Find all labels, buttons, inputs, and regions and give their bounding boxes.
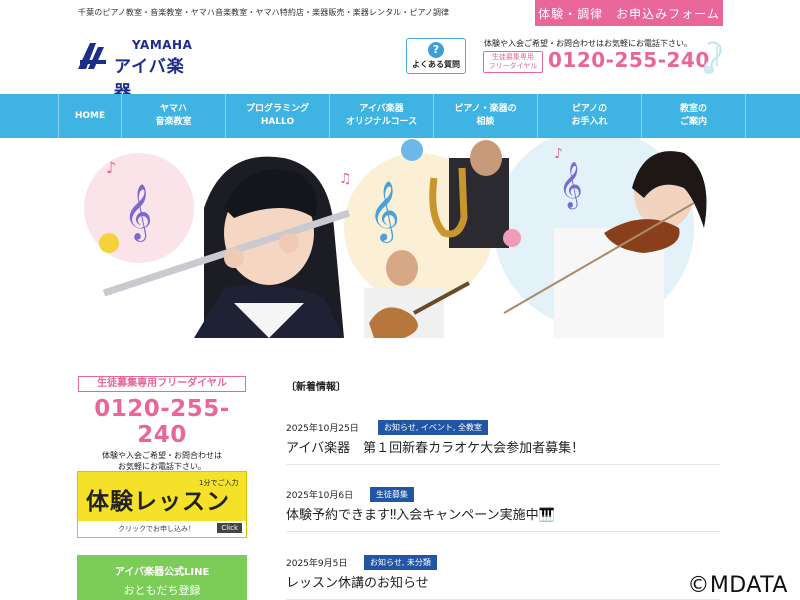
nav-label: ご案内: [679, 117, 707, 127]
line-official-banner[interactable]: アイバ楽器公式LINE おともだち登録: [77, 555, 247, 600]
nav-label: 音楽教室: [155, 117, 192, 127]
nav-label: HALLO: [260, 117, 295, 127]
free-dial-badge-line1: 生徒募集専用: [492, 53, 534, 61]
svg-text:𝄞: 𝄞: [124, 184, 152, 242]
news-category-badge[interactable]: お知らせ, 未分類: [364, 555, 437, 570]
logo-mark-icon: [78, 43, 106, 69]
trial-footer: クリックでお申し込み！ Click: [78, 521, 246, 537]
news-category-badge[interactable]: お知らせ, イベント, 全教室: [378, 420, 489, 435]
nav-label: アイバ楽器: [359, 104, 404, 114]
news-heading: 〔新着情報〕: [286, 382, 346, 393]
news-title[interactable]: 体験予約できます‼入会キャンペーン実施中🎹: [286, 504, 555, 523]
line-subtitle: おともだち登録: [123, 584, 201, 597]
trial-click-button[interactable]: Click: [217, 523, 242, 533]
nav-label: 相談: [476, 117, 495, 127]
svg-text:𝄞: 𝄞: [369, 181, 400, 243]
news-category-badge[interactable]: 生徒募集: [370, 487, 414, 502]
trial-title: 体験レッスン: [86, 489, 230, 515]
news-date: 2025年10月6日: [286, 491, 354, 501]
nav-programming[interactable]: プログラミング HALLO: [226, 94, 330, 138]
svg-text:𝄞: 𝄞: [559, 162, 583, 210]
nav-label: ピアノ・楽器の: [454, 104, 517, 114]
nav-label: ヤマハ: [159, 104, 187, 114]
free-dial-badge: 生徒募集専用 フリーダイヤル: [483, 51, 543, 73]
sidebar-free-dial[interactable]: 生徒募集専用フリーダイヤル 0120-255-240 体験や入会ご希望・お問合わ…: [78, 376, 246, 472]
sidebar-phone-number[interactable]: 0120-255-240: [78, 396, 246, 448]
news-item[interactable]: 2025年9月5日 お知らせ, 未分類 レッスン休講のお知らせ: [286, 555, 720, 600]
header-phone-number[interactable]: 0120-255-240: [548, 48, 710, 72]
question-icon: ?: [428, 42, 444, 58]
main-navigation: HOME ヤマハ 音楽教室 プログラミング HALLO アイバ楽器 オリジナルコース …: [0, 94, 800, 138]
nav-label: プログラミング: [245, 104, 309, 114]
free-dial-badge-line2: フリーダイヤル: [488, 62, 538, 70]
nav-label: ピアノの: [571, 104, 608, 114]
news-date: 2025年9月5日: [286, 559, 348, 569]
svg-text:♪: ♪: [106, 158, 116, 177]
site-logo[interactable]: YAMAHA アイバ楽器: [78, 38, 198, 102]
nav-home[interactable]: HOME: [59, 94, 122, 138]
nav-original-course[interactable]: アイバ楽器オリジナルコース: [330, 94, 434, 138]
news-title[interactable]: レッスン休講のお知らせ: [286, 572, 429, 591]
nav-label: HOME: [74, 110, 106, 121]
nav-label: お手入れ: [571, 117, 608, 127]
faq-label: よくある質問: [412, 60, 460, 69]
news-item[interactable]: 2025年10月6日 生徒募集 体験予約できます‼入会キャンペーン実施中🎹: [286, 487, 720, 532]
nav-consultation[interactable]: ピアノ・楽器の 相談: [434, 94, 538, 138]
nav-school-guide[interactable]: 教室の ご案内: [642, 94, 746, 138]
logo-brand: YAMAHA: [132, 38, 193, 52]
copyright-watermark: ©MDATA: [687, 573, 788, 598]
sidebar-phone-note-line1: 体験や入会ご希望・お問合わせは: [102, 451, 222, 460]
trial-lesson-banner[interactable]: 1分でご入力 体験レッスン クリックでお申し込み！ Click: [77, 471, 247, 538]
sidebar-phone-title: 生徒募集専用フリーダイヤル: [78, 376, 246, 392]
nav-piano-care[interactable]: ピアノの お手入れ: [538, 94, 642, 138]
application-form-button[interactable]: 体験・調律 お申込みフォーム: [535, 0, 723, 26]
news-item[interactable]: 2025年10月25日 お知らせ, イベント, 全教室 アイバ楽器 第１回新春カ…: [286, 420, 720, 465]
news-date: 2025年10月25日: [286, 424, 359, 434]
line-title: アイバ楽器公式LINE: [114, 567, 210, 578]
news-title[interactable]: アイバ楽器 第１回新春カラオケ大会参加者募集！: [286, 437, 584, 456]
sidebar-phone-note: 体験や入会ご希望・お問合わせは お気軽にお電話下さい。: [78, 450, 246, 472]
trial-footer-text: クリックでお申し込み！: [118, 525, 195, 533]
svg-text:♪: ♪: [554, 146, 563, 162]
site-tagline: 千葉のピアノ教室・音楽教室・ヤマハ音楽教室・ヤマハ特約店・楽器販売・楽器レンタル…: [78, 8, 450, 17]
faq-button[interactable]: ? よくある質問: [406, 38, 466, 74]
nav-label: オリジナルコース: [345, 117, 418, 127]
svg-text:♫: ♫: [339, 171, 352, 187]
music-note-icon: [704, 41, 722, 74]
nav-label: 教室の: [679, 104, 707, 114]
nav-yamaha-music-school[interactable]: ヤマハ 音楽教室: [122, 94, 226, 138]
hero-banner-image: 𝄞 𝄞 𝄞 ♪ ♫ ♪: [84, 138, 716, 338]
